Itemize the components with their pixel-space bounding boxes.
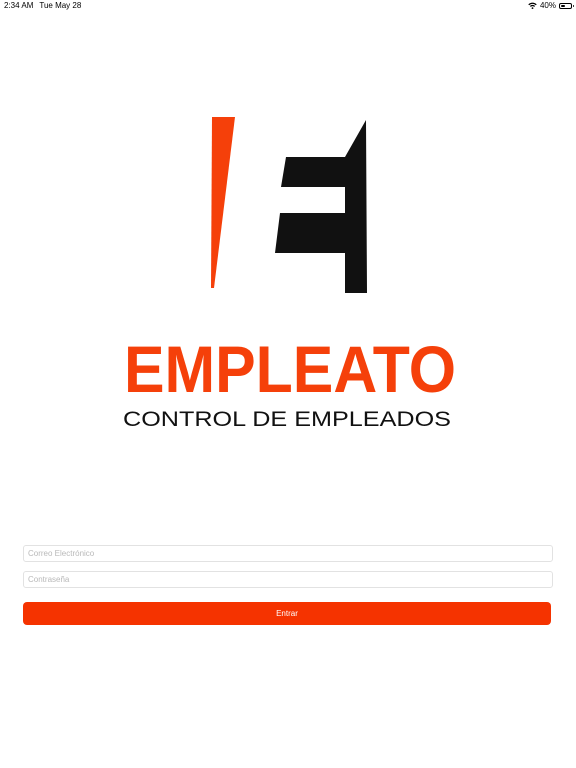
login-button[interactable]: Entrar xyxy=(23,602,551,625)
empleato-logo-mark xyxy=(211,117,367,293)
brand-tagline: CONTROL DE EMPLEADOS xyxy=(123,408,451,428)
battery-icon xyxy=(559,2,574,9)
brand-name: EMPLEATO xyxy=(124,336,456,406)
battery-percent: 40% xyxy=(539,1,556,10)
login-screen: 2:34 AM Tue May 28 40% EMPLEATO CONTROL … xyxy=(0,0,576,768)
battery-cap xyxy=(572,4,574,7)
status-date: Tue May 28 xyxy=(39,1,82,10)
wifi-icon xyxy=(528,2,537,9)
status-right: 40% xyxy=(528,1,574,10)
battery-fill xyxy=(561,4,565,7)
logo-black-f xyxy=(275,120,367,293)
status-left: 2:34 AM Tue May 28 xyxy=(4,1,81,10)
status-bar: 2:34 AM Tue May 28 40% xyxy=(0,0,576,12)
password-field[interactable] xyxy=(23,571,553,588)
logo-orange-slash xyxy=(211,117,235,288)
email-field[interactable] xyxy=(23,545,553,562)
status-time: 2:34 AM xyxy=(4,1,34,10)
empleato-wordmark: EMPLEATO CONTROL DE EMPLEADOS xyxy=(123,336,456,428)
